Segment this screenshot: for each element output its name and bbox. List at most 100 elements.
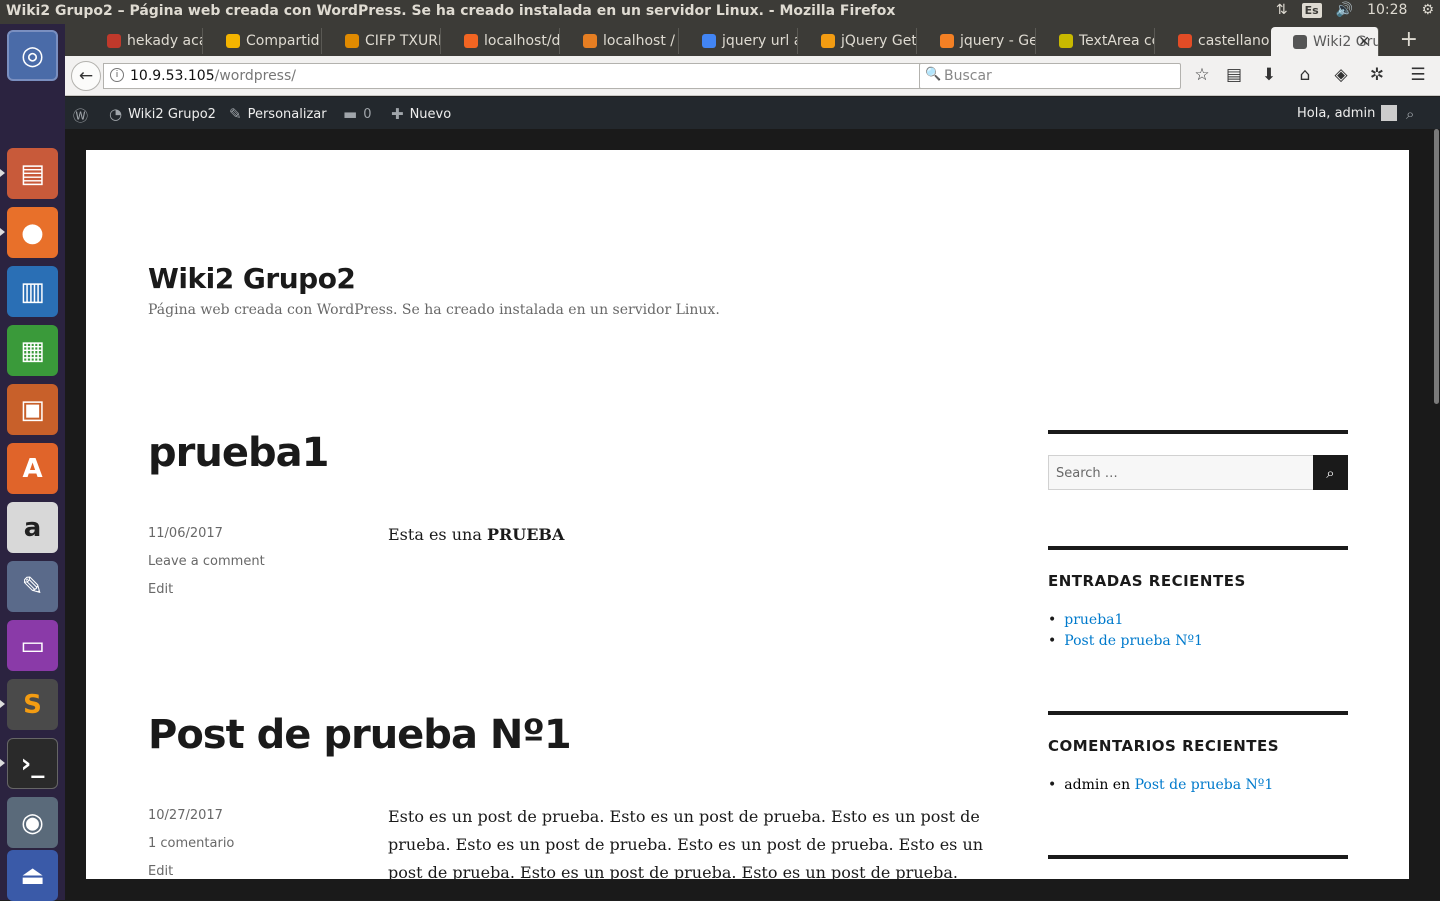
pocket-icon[interactable]: ◈ [1329, 65, 1353, 85]
running-indicator [0, 759, 5, 767]
brush-icon: ✎ [229, 105, 242, 123]
tab-textarea[interactable]: TextArea cc [1037, 28, 1155, 54]
usb-drive-icon[interactable]: ⏏ [7, 850, 58, 901]
url-bar[interactable]: i 10.9.53.105/wordpress/ ↻ [103, 63, 975, 89]
post-edit-link[interactable]: Edit [148, 864, 173, 879]
textarea-icon [1059, 34, 1073, 48]
tab-cifp[interactable]: CIFP TXURD [323, 28, 441, 54]
tab-localhost-1[interactable]: localhost/d [442, 28, 560, 54]
running-indicator [0, 700, 5, 708]
jquery-icon [821, 34, 835, 48]
google-icon [702, 34, 716, 48]
post-date[interactable]: 11/06/2017 [148, 526, 223, 541]
admin-search-button[interactable]: ⌕ [1406, 105, 1414, 123]
tab-jquery-get[interactable]: jQuery Get [799, 28, 917, 54]
post-title[interactable]: prueba1 [148, 430, 329, 476]
castellano-icon [1178, 34, 1192, 48]
impress-icon[interactable]: ▣ [7, 384, 58, 435]
post-title[interactable]: Post de prueba Nº1 [148, 712, 572, 758]
post-edit-link[interactable]: Edit [148, 582, 173, 597]
settings-gear-icon[interactable]: ⚙ [1421, 2, 1434, 18]
menu-icon[interactable]: ☰ [1406, 65, 1430, 85]
search-icon: ⌕ [1326, 463, 1335, 482]
writer-icon[interactable]: ▥ [7, 266, 58, 317]
software-center-icon[interactable]: A [7, 443, 58, 494]
post-comments-link[interactable]: Leave a comment [148, 554, 265, 569]
search-icon: ⌕ [1406, 105, 1415, 123]
site-info-icon[interactable]: i [110, 68, 124, 82]
tab-google-jquery[interactable]: jquery url a [680, 28, 798, 54]
url-path: /wordpress/ [214, 68, 296, 84]
sidebar-search-input[interactable]: Search … [1048, 455, 1314, 490]
tab-label: TextArea cc [1079, 33, 1155, 49]
browser-tab-bar: hekady aca Compartid CIFP TXURD localhos… [65, 24, 1440, 56]
recent-post-link[interactable]: Post de prueba Nº1 [1064, 633, 1203, 649]
scrollbar-thumb[interactable] [1434, 129, 1439, 404]
recent-comment-post-link[interactable]: Post de prueba Nº1 [1135, 777, 1274, 793]
list-item: prueba1 [1048, 610, 1348, 631]
tab-label: castellano [1198, 33, 1270, 49]
home-icon[interactable]: ⌂ [1293, 65, 1317, 85]
comments-link[interactable]: ▬ 0 [343, 105, 371, 123]
my-account-menu[interactable]: Hola, admin [1297, 105, 1398, 121]
browser-nav-bar: ← i 10.9.53.105/wordpress/ ↻ 🔍 Buscar ☆ … [65, 56, 1440, 96]
list-item: admin en Post de prueba Nº1 [1048, 775, 1348, 796]
tab-gmail[interactable]: hekady aca [85, 28, 203, 54]
post-comments-link[interactable]: 1 comentario [148, 836, 234, 851]
network-icon[interactable]: ⇅ [1276, 2, 1288, 18]
customize-label: Personalizar [247, 106, 327, 122]
post-date[interactable]: 10/27/2017 [148, 808, 223, 823]
site-description: Página web creada con WordPress. Se ha c… [148, 302, 720, 318]
camera-icon[interactable]: ◉ [7, 797, 58, 848]
new-content-menu[interactable]: ✚ Nuevo [391, 105, 451, 123]
clock[interactable]: 10:28 [1367, 2, 1407, 18]
tab-label: jquery url a [722, 33, 798, 49]
recent-posts-list: prueba1 Post de prueba Nº1 [1048, 610, 1348, 652]
search-bar[interactable]: 🔍 Buscar [919, 63, 1181, 89]
sublime-text-icon[interactable]: S [7, 679, 58, 730]
wp-logo-menu[interactable]: Ⓦ [73, 105, 88, 126]
tab-drive[interactable]: Compartid [204, 28, 322, 54]
system-settings-icon[interactable]: ✎ [7, 561, 58, 612]
comment-author: admin [1064, 777, 1109, 793]
terminal-icon[interactable]: ›_ [7, 738, 58, 789]
customize-link[interactable]: ✎ Personalizar [229, 105, 327, 123]
recent-post-link[interactable]: prueba1 [1064, 612, 1123, 628]
back-button[interactable]: ← [71, 61, 101, 91]
recent-posts-widget: ENTRADAS RECIENTES prueba1 Post de prueb… [1048, 546, 1348, 652]
search-placeholder: Buscar [944, 68, 992, 84]
keyboard-layout-indicator[interactable]: Es [1301, 2, 1322, 18]
page-scrollbar[interactable] [1432, 129, 1440, 900]
site-title[interactable]: Wiki2 Grupo2 [148, 262, 356, 295]
tab-wiki2-active[interactable]: Wiki2 Gru ✕ [1271, 27, 1379, 56]
files-icon[interactable]: ▤ [7, 148, 58, 199]
downloads-icon[interactable]: ⬇ [1257, 65, 1281, 85]
new-tab-button[interactable]: + [1400, 27, 1418, 52]
dash-home-icon[interactable]: ◎ [7, 30, 58, 81]
close-tab-icon[interactable]: ✕ [1358, 34, 1370, 50]
amazon-icon[interactable]: a [7, 502, 58, 553]
tab-label: CIFP TXURD [365, 33, 441, 49]
site-name-menu[interactable]: ◔ Wiki2 Grupo2 [109, 105, 216, 123]
tab-stackoverflow[interactable]: jquery - Get [918, 28, 1036, 54]
search-icon: 🔍 [925, 67, 942, 82]
bookmark-star-icon[interactable]: ☆ [1190, 65, 1214, 85]
workspaces-icon[interactable]: ▭ [7, 620, 58, 671]
reading-list-icon[interactable]: ▤ [1222, 65, 1246, 85]
volume-icon[interactable]: 🔊 [1336, 2, 1353, 18]
dashboard-icon: ◔ [109, 105, 123, 123]
tab-castellano[interactable]: castellano [1156, 28, 1274, 54]
calc-icon[interactable]: ▦ [7, 325, 58, 376]
cifp-icon [345, 34, 359, 48]
greeting-label: Hola, admin [1297, 105, 1376, 121]
firefox-icon[interactable]: ● [7, 207, 58, 258]
recent-comments-list: admin en Post de prueba Nº1 [1048, 775, 1348, 796]
extension-icon[interactable]: ✲ [1365, 65, 1389, 85]
sidebar-search-button[interactable]: ⌕ [1313, 455, 1348, 490]
site-page: Wiki2 Grupo2 Página web creada con WordP… [86, 150, 1409, 879]
system-indicators: ⇅ Es 🔊 10:28 ⚙ [1276, 2, 1434, 18]
url-host: 10.9.53.105 [130, 68, 215, 84]
list-item: Post de prueba Nº1 [1048, 631, 1348, 652]
wp-admin-bar: Ⓦ ◔ Wiki2 Grupo2 ✎ Personalizar ▬ 0 ✚ Nuevo … [65, 97, 1440, 129]
tab-localhost-2[interactable]: localhost / [561, 28, 679, 54]
